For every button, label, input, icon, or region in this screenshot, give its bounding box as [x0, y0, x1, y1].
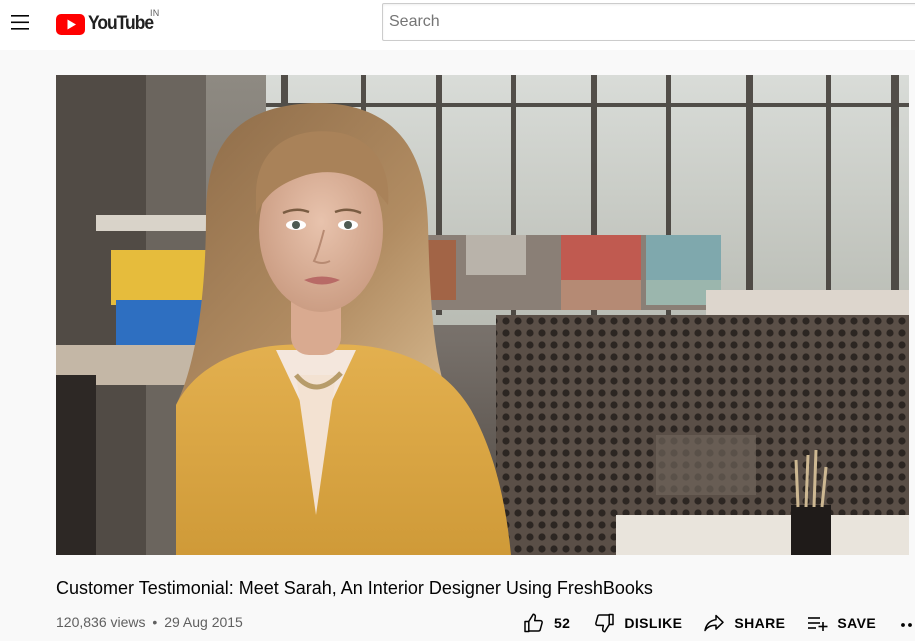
info-separator: •: [152, 614, 158, 630]
search-box[interactable]: [382, 3, 915, 41]
hamburger-menu-icon: [11, 15, 29, 30]
video-title: Customer Testimonial: Meet Sarah, An Int…: [56, 578, 653, 598]
share-arrow-icon: [702, 611, 726, 635]
thumb-up-icon: [522, 611, 546, 635]
upload-date: 29 Aug 2015: [164, 614, 243, 630]
search-input[interactable]: [383, 4, 915, 40]
share-button[interactable]: SHARE: [702, 611, 785, 635]
video-frame: [56, 75, 909, 555]
guide-menu-button[interactable]: [8, 9, 32, 37]
country-code: IN: [150, 8, 160, 18]
save-label: SAVE: [837, 615, 877, 631]
youtube-play-icon: [56, 13, 85, 35]
like-button[interactable]: 52: [522, 611, 570, 635]
like-count: 52: [554, 615, 571, 631]
thumb-down-icon: [592, 611, 616, 635]
playlist-add-icon: [805, 611, 829, 635]
save-button[interactable]: SAVE: [805, 611, 876, 635]
masthead: YouTube IN: [0, 0, 915, 50]
dislike-button[interactable]: DISLIKE: [592, 611, 682, 635]
video-info: 120,836 views • 29 Aug 2015: [56, 612, 243, 632]
video-actions: 52 DISLIKE SHARE SAVE: [522, 611, 915, 635]
view-count: 120,836 views: [56, 614, 146, 630]
dislike-label: DISLIKE: [624, 615, 683, 631]
share-label: SHARE: [734, 615, 786, 631]
more-horizontal-icon: [898, 611, 915, 635]
logo-wordmark: YouTube: [88, 13, 154, 34]
video-player[interactable]: [56, 75, 909, 555]
youtube-logo[interactable]: YouTube: [56, 12, 159, 36]
more-actions-button[interactable]: [898, 611, 915, 635]
